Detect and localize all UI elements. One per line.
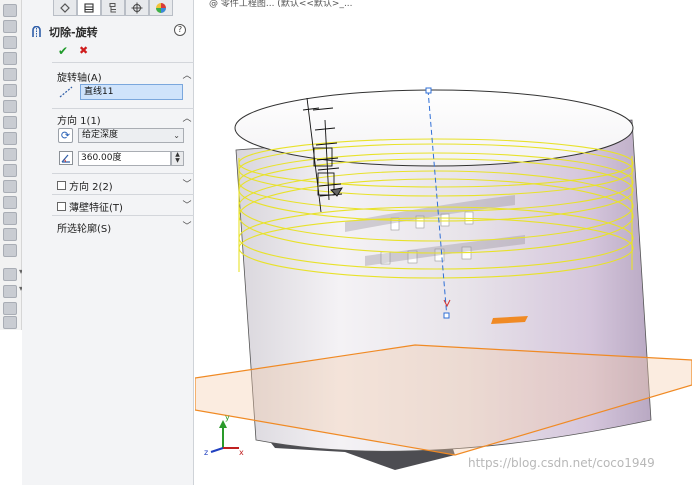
divider [52, 215, 194, 216]
direction2-title: 方向 2(2) [69, 182, 113, 193]
angle-input[interactable]: 360.00度 [78, 151, 171, 166]
feature-manager-tab[interactable] [53, 0, 77, 16]
thin-feature-checkbox[interactable] [57, 202, 66, 211]
axis-selection-field[interactable]: 直线11 [80, 84, 183, 100]
display-manager-icon [156, 2, 166, 13]
direction2-header[interactable]: 方向 2(2) [57, 178, 113, 193]
triad-z-label: z [204, 448, 208, 457]
coordinate-triad: z y x [204, 413, 244, 457]
property-manager-icon [84, 2, 94, 13]
tool-icon[interactable] [3, 116, 17, 129]
tool-icon[interactable] [3, 212, 17, 225]
tool-dropdown-icon[interactable] [3, 267, 23, 281]
panel-tabs [53, 0, 173, 16]
display-manager-tab[interactable] [149, 0, 173, 16]
feature-title: 切除-旋转 [49, 26, 98, 39]
graphics-viewport[interactable]: @ 零件工程图... (默认<<默认>_... · · · · z y x ht… [195, 0, 692, 485]
divider [52, 194, 194, 195]
end-condition-select[interactable]: 给定深度 ⌄ [78, 128, 184, 143]
angle-icon [59, 151, 73, 165]
tool-icon[interactable] [3, 132, 17, 145]
spin-down-icon[interactable]: ▼ [172, 158, 183, 164]
tool-icon[interactable] [3, 68, 17, 81]
tool-icon[interactable] [3, 84, 17, 97]
tool-icon[interactable] [3, 20, 17, 33]
triad-x-label: x [239, 448, 244, 457]
tool-icon[interactable] [3, 52, 17, 65]
chevron-down-icon[interactable]: ﹀ [182, 198, 192, 211]
cancel-button[interactable]: ✖ [79, 44, 88, 57]
chevron-down-icon[interactable]: ﹀ [182, 219, 192, 232]
tool-icon[interactable] [3, 36, 17, 49]
feature-manager-icon [60, 2, 70, 13]
chevron-down-icon[interactable]: ﹀ [182, 177, 192, 190]
tool-icon[interactable] [3, 164, 17, 177]
configuration-tab[interactable] [101, 0, 125, 16]
configuration-icon [109, 2, 116, 12]
divider [52, 173, 194, 174]
tool-icon[interactable] [3, 196, 17, 209]
tool-icon[interactable] [3, 100, 17, 113]
help-icon[interactable]: ? [174, 24, 186, 36]
end-condition-value: 给定深度 [82, 130, 119, 140]
tool-icon[interactable] [3, 244, 17, 257]
thin-feature-title: 薄壁特征(T) [69, 203, 123, 214]
property-manager-tab[interactable] [77, 0, 101, 16]
divider [52, 108, 194, 109]
tool-icon[interactable] [3, 148, 17, 161]
tool-icon[interactable] [3, 316, 17, 329]
reverse-direction-icon[interactable]: ⟳ [58, 128, 73, 143]
direction1-header[interactable]: 方向 1(1) [57, 112, 101, 127]
divider [52, 62, 194, 63]
thin-feature-header[interactable]: 薄壁特征(T) [57, 199, 123, 214]
watermark-text: https://blog.csdn.net/coco1949 [468, 456, 655, 470]
tool-icon[interactable] [3, 302, 17, 315]
chevron-up-icon[interactable]: ︿ [182, 111, 192, 124]
tool-dropdown-icon[interactable] [3, 284, 23, 298]
chevron-up-icon[interactable]: ︿ [182, 68, 192, 81]
axis-group-header[interactable]: 旋转轴(A) [57, 69, 102, 84]
tool-icon[interactable] [3, 180, 17, 193]
direction2-checkbox[interactable] [57, 181, 66, 190]
axis-line-icon [59, 86, 73, 98]
tool-icon[interactable] [3, 228, 17, 241]
revolve-cut-icon [32, 25, 41, 37]
axis-endpoint[interactable] [425, 87, 432, 94]
tool-icon[interactable] [3, 4, 17, 17]
model-canvas[interactable]: z y x [195, 0, 692, 485]
angle-spinner[interactable]: ▲ ▼ [171, 151, 184, 166]
property-manager [22, 0, 194, 485]
piston-top-face [234, 89, 634, 167]
axis-group-title: 旋转轴(A) [57, 73, 102, 84]
chevron-down-icon: ⌄ [173, 131, 180, 140]
dimxpert-icon [131, 2, 143, 13]
ok-button[interactable]: ✔ [58, 44, 68, 58]
direction1-title: 方向 1(1) [57, 116, 101, 127]
triad-y-label: y [225, 413, 230, 422]
axis-endpoint[interactable] [443, 312, 450, 319]
selected-contours-header[interactable]: 所选轮廓(S) [57, 220, 111, 235]
command-strip [0, 0, 23, 330]
dimxpert-tab[interactable] [125, 0, 149, 16]
feature-header: 切除-旋转 [30, 24, 98, 40]
selected-contours-title: 所选轮廓(S) [57, 224, 112, 235]
